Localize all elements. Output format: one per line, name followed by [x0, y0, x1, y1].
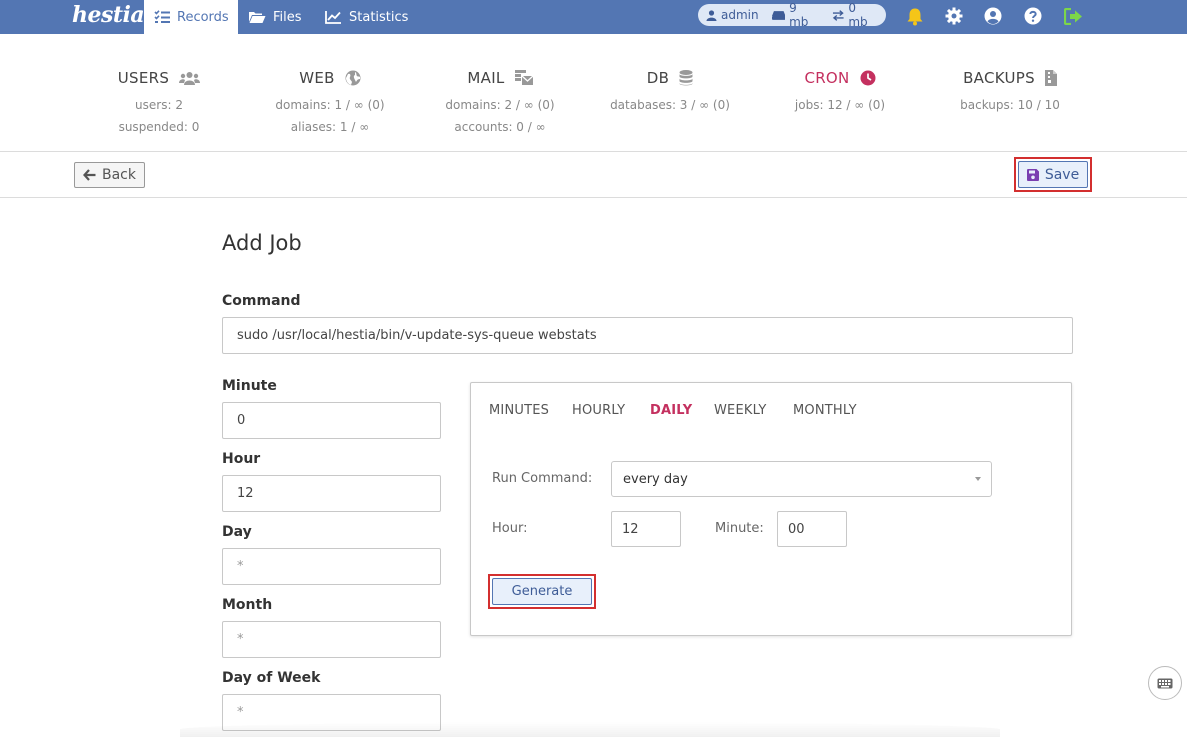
- settings-button[interactable]: [943, 5, 965, 27]
- stat-cron-title: CRON: [804, 69, 850, 87]
- user-circle-icon: [984, 7, 1002, 25]
- generator-hour-input[interactable]: 12: [611, 511, 681, 547]
- stat-users[interactable]: USERS users: 2 suspended: 0: [59, 68, 259, 136]
- bell-icon: [907, 8, 923, 25]
- tab-daily[interactable]: DAILY: [650, 403, 692, 418]
- save-button[interactable]: Save: [1018, 161, 1088, 188]
- stat-users-title: USERS: [117, 69, 170, 87]
- run-command-select[interactable]: every day: [611, 461, 992, 497]
- file-archive-icon: [1044, 70, 1057, 86]
- gear-icon: [945, 7, 963, 25]
- action-toolbar: Back Save: [0, 152, 1187, 198]
- bandwidth-segment: 0 mb: [832, 1, 878, 29]
- generator-minute-label: Minute:: [715, 521, 764, 536]
- day-label: Day: [222, 524, 252, 540]
- generate-label: Generate: [511, 584, 573, 599]
- generator-minute-input[interactable]: 00: [777, 511, 847, 547]
- minute-input[interactable]: 0: [222, 402, 441, 439]
- back-button[interactable]: Back: [74, 162, 145, 188]
- generator-hour-value: 12: [622, 521, 639, 537]
- globe-icon: [345, 70, 361, 86]
- disk-usage: 9 mb: [789, 1, 809, 29]
- hard-drive-icon: [771, 11, 786, 20]
- bandwidth-usage: 0 mb: [848, 1, 868, 29]
- cron-generator-panel: MINUTES HOURLY DAILY WEEKLY MONTHLY Run …: [470, 382, 1072, 636]
- stat-backups-line1: backups: 10 / 10: [960, 98, 1060, 112]
- logout-icon: [1063, 7, 1082, 25]
- user-segment: admin: [706, 8, 759, 22]
- minute-label: Minute: [222, 378, 277, 394]
- stat-mail-line2: accounts: 0 / ∞: [454, 120, 546, 134]
- notifications-button[interactable]: [904, 5, 926, 27]
- minute-value: 0: [237, 413, 246, 428]
- command-value: sudo /usr/local/hestia/bin/v-update-sys-…: [237, 328, 597, 343]
- nav-tab-files[interactable]: Files: [248, 0, 302, 34]
- keyboard-shortcuts-button[interactable]: [1148, 666, 1182, 700]
- stat-mail-title: MAIL: [467, 69, 505, 87]
- save-highlight: Save: [1014, 157, 1092, 192]
- stat-backups[interactable]: BACKUPS backups: 10 / 10: [910, 68, 1110, 114]
- user-usage-pill[interactable]: admin 9 mb 0 mb: [698, 1, 886, 29]
- hour-value: 12: [237, 486, 254, 501]
- stat-users-line2: suspended: 0: [118, 120, 200, 134]
- bottom-shadow: [180, 722, 1000, 737]
- day-of-week-label: Day of Week: [222, 670, 321, 686]
- day-value: *: [237, 559, 244, 574]
- generate-button[interactable]: Generate: [492, 578, 592, 605]
- keyboard-icon: [1157, 678, 1173, 688]
- transfer-arrows-icon: [832, 9, 844, 21]
- mail-server-icon: [514, 70, 533, 85]
- arrow-left-icon: [83, 169, 96, 181]
- tab-weekly[interactable]: WEEKLY: [714, 403, 766, 418]
- nav-records-label: Records: [177, 9, 229, 25]
- day-of-week-value: *: [237, 705, 244, 720]
- nav-tab-statistics[interactable]: Statistics: [325, 0, 408, 34]
- stat-users-line1: users: 2: [135, 98, 183, 112]
- command-input[interactable]: sudo /usr/local/hestia/bin/v-update-sys-…: [222, 317, 1073, 354]
- page-title: Add Job: [222, 231, 302, 255]
- hour-input[interactable]: 12: [222, 475, 441, 512]
- profile-button[interactable]: [982, 5, 1004, 27]
- floppy-disk-icon: [1026, 168, 1039, 181]
- nav-files-label: Files: [273, 9, 302, 25]
- back-label: Back: [102, 167, 136, 183]
- folder-icon: [249, 12, 266, 23]
- generate-highlight: Generate: [488, 574, 596, 609]
- top-navbar: hestia Records Files Statistics admin 9 …: [0, 0, 1187, 34]
- summary-stats: USERS users: 2 suspended: 0 WEB domains:…: [0, 34, 1187, 152]
- hour-label: Hour: [222, 451, 261, 467]
- tab-minutes[interactable]: MINUTES: [489, 403, 549, 418]
- command-label: Command: [222, 293, 301, 309]
- line-chart-icon: [325, 11, 341, 24]
- nav-tab-records[interactable]: Records: [144, 0, 238, 34]
- run-command-label: Run Command:: [492, 471, 593, 486]
- hestia-logo[interactable]: hestia: [72, 0, 145, 34]
- tab-monthly[interactable]: MONTHLY: [793, 403, 857, 418]
- month-value: *: [237, 632, 244, 647]
- chevron-down-icon: [975, 477, 981, 481]
- generator-minute-value: 00: [788, 521, 805, 537]
- users-icon: [179, 72, 201, 85]
- generator-hour-label: Hour:: [492, 521, 528, 536]
- stat-backups-title: BACKUPS: [963, 69, 1035, 87]
- nav-statistics-label: Statistics: [349, 9, 409, 25]
- list-check-icon: [154, 10, 170, 23]
- question-circle-icon: [1024, 7, 1042, 25]
- month-input[interactable]: *: [222, 621, 441, 658]
- clock-icon: [860, 70, 876, 86]
- database-icon: [679, 70, 693, 86]
- day-input[interactable]: *: [222, 548, 441, 585]
- username: admin: [721, 8, 759, 22]
- tab-hourly[interactable]: HOURLY: [572, 403, 625, 418]
- run-command-value: every day: [623, 471, 688, 487]
- save-label: Save: [1044, 166, 1080, 183]
- user-icon: [706, 9, 717, 21]
- logout-button[interactable]: [1062, 5, 1084, 27]
- disk-segment: 9 mb: [771, 1, 819, 29]
- stat-web-title: WEB: [299, 69, 335, 87]
- stat-db-title: DB: [646, 69, 670, 87]
- help-button[interactable]: [1022, 5, 1044, 27]
- month-label: Month: [222, 597, 273, 613]
